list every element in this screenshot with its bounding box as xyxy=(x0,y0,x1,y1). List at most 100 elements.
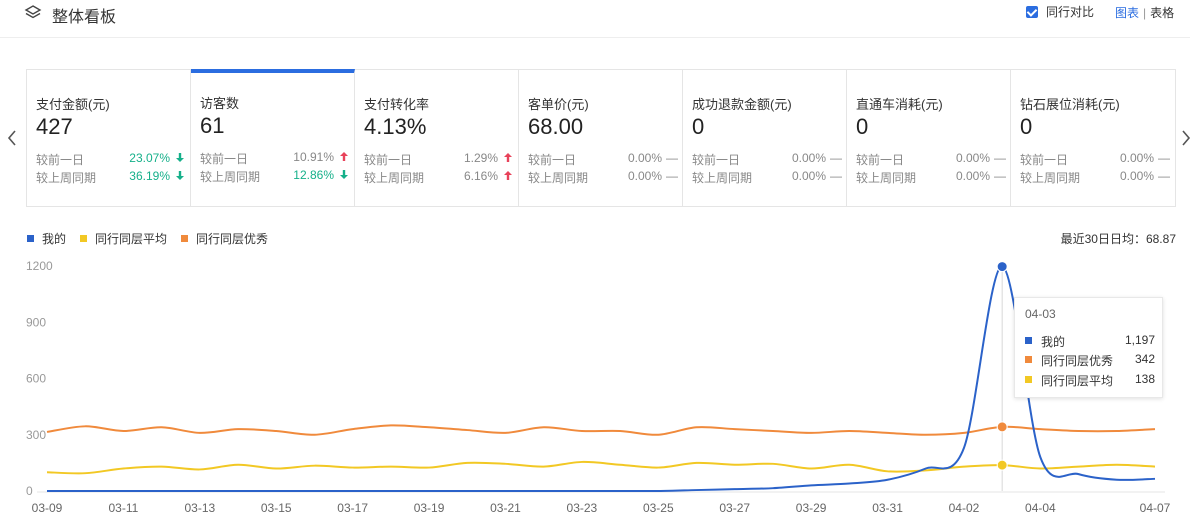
comparison-label: 较上周同期 xyxy=(528,171,589,185)
metric-cards: 支付金额(元) 427 较前一日 23.07% 较上周同期 36.19% 访客数 61 较前一日… xyxy=(26,69,1176,207)
comparison-value: 0.00% xyxy=(955,169,990,183)
dash-icon: — xyxy=(994,151,1006,165)
x-tick-label: 03-19 xyxy=(414,501,445,515)
peer-compare-toggle[interactable]: 同行对比 xyxy=(1026,3,1094,20)
dash-icon: — xyxy=(994,169,1006,183)
dash-icon: — xyxy=(1158,169,1170,183)
dash-icon: — xyxy=(1158,151,1170,165)
dashboard-header: 整体看板 同行对比 图表 | 表格 xyxy=(0,0,1190,38)
comparison-label: 较上周同期 xyxy=(1020,171,1081,185)
comparison-value: 36.19% xyxy=(129,169,170,183)
metric-comparison-row: 较上周同期 12.86% xyxy=(200,168,350,184)
chevron-right-icon[interactable] xyxy=(1180,128,1190,148)
dash-icon: — xyxy=(666,151,678,165)
metric-comparison-row: 较前一日 0.00% — xyxy=(528,151,678,167)
comparison-value: 0.00% xyxy=(627,169,662,183)
x-tick-label: 03-23 xyxy=(567,501,598,515)
y-tick-label: 300 xyxy=(26,428,46,442)
metric-card[interactable]: 直通车消耗(元) 0 较前一日 0.00% — 较上周同期 0.00% — xyxy=(847,70,1011,206)
comparison-value: 0.00% xyxy=(791,151,826,165)
legend-item-peer-excellent[interactable]: 同行同层优秀 xyxy=(181,230,268,247)
tooltip-series-name: 我的 xyxy=(1041,335,1066,349)
tooltip-row: 同行同层优秀 342 xyxy=(1025,352,1155,368)
metric-comparison-row: 较前一日 0.00% — xyxy=(692,151,842,167)
comparison-label: 较上周同期 xyxy=(692,171,753,185)
metric-comparison-row: 较前一日 23.07% xyxy=(36,151,186,167)
metric-value: 4.13% xyxy=(364,114,427,139)
tooltip-swatch xyxy=(1025,356,1032,363)
tooltip-series-value: 138 xyxy=(1134,372,1155,386)
comparison-label: 较前一日 xyxy=(200,152,249,166)
legend-item-peer-average[interactable]: 同行同层平均 xyxy=(80,230,167,247)
trend-indicator: — xyxy=(666,151,678,165)
peer-compare-checkbox[interactable] xyxy=(1026,5,1038,18)
thirty-day-average: 最近30日日均：68.87 xyxy=(1060,232,1176,246)
comparison-value: 23.07% xyxy=(129,151,170,165)
metric-card[interactable]: 客单价(元) 68.00 较前一日 0.00% — 较上周同期 0.00% — xyxy=(519,70,683,206)
y-tick-label: 0 xyxy=(26,484,33,498)
legend-swatch-peer-excellent xyxy=(181,235,189,242)
trend-indicator xyxy=(174,151,186,165)
metric-card[interactable]: 成功退款金额(元) 0 较前一日 0.00% — 较上周同期 0.00% — xyxy=(683,70,847,206)
comparison-value: 0.00% xyxy=(1119,151,1154,165)
legend-label-mine: 我的 xyxy=(42,232,67,246)
metric-label: 客单价(元) xyxy=(528,97,589,112)
tooltip-series-name: 同行同层平均 xyxy=(1041,374,1114,388)
chevron-left-icon[interactable] xyxy=(6,128,18,148)
comparison-label: 较前一日 xyxy=(1020,153,1069,167)
metric-card[interactable]: 支付转化率 4.13% 较前一日 1.29% 较上周同期 6.16% xyxy=(355,70,519,206)
comparison-value: 0.00% xyxy=(1119,169,1154,183)
y-tick-label: 1200 xyxy=(26,259,53,273)
x-tick-label: 03-31 xyxy=(872,501,903,515)
x-tick-label: 03-27 xyxy=(719,501,750,515)
comparison-value: 1.29% xyxy=(463,151,498,165)
metric-value: 68.00 xyxy=(528,114,584,139)
metric-label: 支付金额(元) xyxy=(36,97,110,112)
legend-item-mine[interactable]: 我的 xyxy=(27,230,66,247)
metric-comparison-row: 较上周同期 6.16% xyxy=(364,169,514,185)
metric-comparison-row: 较上周同期 0.00% — xyxy=(528,169,678,185)
x-tick-label: 03-17 xyxy=(337,501,368,515)
y-tick-label: 600 xyxy=(26,372,46,386)
trend-indicator xyxy=(502,169,514,183)
x-tick-label: 04-02 xyxy=(949,501,980,515)
x-tick-label: 03-29 xyxy=(796,501,827,515)
highlight-point xyxy=(996,459,1008,471)
x-tick-label: 03-11 xyxy=(109,501,139,515)
view-separator: | xyxy=(1143,6,1147,20)
comparison-value: 10.91% xyxy=(293,150,334,164)
metric-comparison-row: 较上周同期 0.00% — xyxy=(1020,169,1170,185)
x-tick-label: 03-13 xyxy=(184,501,215,515)
view-chart-link[interactable]: 图表 xyxy=(1115,6,1139,20)
comparison-value: 12.86% xyxy=(293,168,334,182)
metric-label: 成功退款金额(元) xyxy=(692,97,792,112)
view-table-link[interactable]: 表格 xyxy=(1150,6,1174,20)
metric-card[interactable]: 支付金额(元) 427 较前一日 23.07% 较上周同期 36.19% xyxy=(27,70,191,206)
legend-label-peer-excellent: 同行同层优秀 xyxy=(196,232,269,246)
trend-indicator xyxy=(174,169,186,183)
comparison-label: 较上周同期 xyxy=(364,171,425,185)
metric-label: 访客数 xyxy=(200,96,240,111)
metric-card[interactable]: 钻石展位消耗(元) 0 较前一日 0.00% — 较上周同期 0.00% — xyxy=(1011,70,1175,206)
trend-line-chart[interactable]: 0 300 600 900 1200 03-09 03-11 03-13 03-15 03-17 0… xyxy=(0,250,1190,526)
tooltip-row: 我的 1,197 xyxy=(1025,333,1155,349)
chart-tooltip: 04-03 我的 1,197 同行同层优秀 342 同行同层平均 138 xyxy=(1014,297,1163,398)
dash-icon: — xyxy=(830,169,842,183)
trend-indicator xyxy=(338,168,350,182)
x-tick-label: 03-21 xyxy=(490,501,521,515)
trend-indicator: — xyxy=(666,169,678,183)
comparison-label: 较上周同期 xyxy=(36,171,97,185)
arrow-down-icon xyxy=(340,170,348,179)
tooltip-date: 04-03 xyxy=(1025,307,1056,321)
arrow-down-icon xyxy=(176,171,184,180)
tooltip-series-value: 1,197 xyxy=(1124,333,1155,347)
metric-value: 61 xyxy=(200,113,225,138)
arrow-up-icon xyxy=(340,152,348,161)
tooltip-swatch xyxy=(1025,376,1032,383)
page-title: 整体看板 xyxy=(52,9,117,26)
metric-card[interactable]: 访客数 61 较前一日 10.91% 较上周同期 12.86% xyxy=(191,69,355,206)
metric-comparison-row: 较前一日 0.00% — xyxy=(856,151,1006,167)
metric-label: 直通车消耗(元) xyxy=(856,97,943,112)
chart-legend: 我的 同行同层平均 同行同层优秀 xyxy=(27,230,282,247)
series-line-peer-average xyxy=(46,460,1156,475)
